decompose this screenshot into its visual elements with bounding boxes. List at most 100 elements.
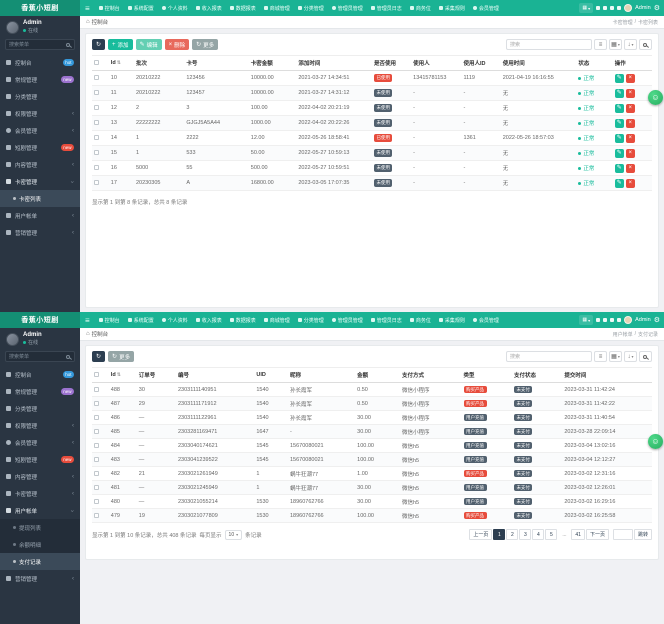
message-icon[interactable] [610,6,615,10]
select-all-checkbox[interactable] [94,372,99,378]
sidebar-subitem-提现列表[interactable]: 提现列表 [0,519,80,536]
nav-item-控制台[interactable]: 控制台 [95,0,124,16]
nav-item-收入报表[interactable]: 收入报表 [192,0,226,16]
grid-menu-button[interactable]: ▦ ▾ [579,3,594,13]
row-checkbox[interactable] [94,498,99,504]
sidebar-item-权限管理[interactable]: 权限管理 ‹ [0,417,80,434]
settings-gear-icon[interactable]: ⚙ [654,5,660,12]
menu-collapse-icon[interactable]: ≡ [80,316,95,325]
添加-button[interactable]: + 添加 [108,39,133,50]
row-checkbox[interactable] [94,414,99,420]
edit-button[interactable]: ✎ [614,133,624,143]
row-checkbox[interactable] [94,180,99,186]
sidebar-item-内容管理[interactable]: 内容管理 ‹ [0,156,80,173]
nav-item-管理员管理[interactable]: 管理员管理 [328,312,367,328]
sort-icon[interactable]: ⇅ [117,60,121,66]
page-button-3[interactable]: 3 [519,529,532,540]
row-checkbox[interactable] [94,90,99,96]
breadcrumb-item[interactable]: 卡密管理 [613,19,633,26]
编辑-button[interactable]: ✎ 编辑 [135,39,162,50]
export-button[interactable]: ↓ ▾ [624,39,637,50]
nav-item-会员管理[interactable]: 会员管理 [469,0,503,16]
sidebar-item-内容管理[interactable]: 内容管理 ‹ [0,468,80,485]
nav-item-数据报表[interactable]: 数据报表 [226,0,260,16]
row-checkbox[interactable] [94,512,99,518]
username[interactable]: Admin [635,317,651,323]
sidebar-item-权限管理[interactable]: 权限管理 ‹ [0,105,80,122]
nav-item-商城管理[interactable]: 商城管理 [260,0,294,16]
grid-menu-button[interactable]: ▦ ▾ [579,315,594,325]
sidebar-item-卡密管理[interactable]: 卡密管理 ‹ [0,173,80,190]
fullscreen-icon[interactable] [617,318,622,322]
search-button[interactable] [639,351,652,362]
brand-logo[interactable]: 香蕉小短剧 [0,312,80,328]
nav-item-管理员管理[interactable]: 管理员管理 [328,0,367,16]
edit-button[interactable]: ✎ [614,103,624,113]
table-search-input[interactable] [506,351,592,362]
nav-item-个人资料[interactable]: 个人资料 [158,0,192,16]
row-checkbox[interactable] [94,442,99,448]
edit-button[interactable]: ✎ [614,178,624,188]
row-checkbox[interactable] [94,165,99,171]
nav-item-数据报表[interactable]: 数据报表 [226,312,260,328]
toggle-view-button[interactable]: ≡ [594,39,607,50]
breadcrumb-item[interactable]: 卡密列表 [638,19,658,26]
nav-item-管理员日志[interactable]: 管理员日志 [367,312,406,328]
row-checkbox[interactable] [94,400,99,406]
settings-gear-icon[interactable]: ⚙ [654,317,660,324]
next-page-button[interactable]: 下一页 [585,529,609,540]
row-checkbox[interactable] [94,484,99,490]
delete-button[interactable]: × [625,163,635,173]
prev-page-button[interactable]: 上一页 [469,529,493,540]
delete-button[interactable]: × [625,178,635,188]
nav-item-商城管理[interactable]: 商城管理 [260,312,294,328]
nav-item-系统配置[interactable]: 系统配置 [124,312,158,328]
更多-button[interactable]: ↻ 更多 [108,351,135,362]
sidebar-subitem-支付记录[interactable]: 支付记录 [0,553,80,570]
sidebar-item-营销管理[interactable]: 营销管理 ‹ [0,570,80,587]
menu-collapse-icon[interactable]: ≡ [80,4,95,13]
refresh-button[interactable]: ↻ [92,351,106,362]
sidebar-search-input[interactable]: 搜索菜单 [5,39,75,50]
row-checkbox[interactable] [94,75,99,81]
sidebar-item-常规管理[interactable]: 常规管理 new [0,71,80,88]
columns-button[interactable]: ▦ ▾ [609,39,622,50]
avatar[interactable] [624,316,633,324]
jump-page-input[interactable] [612,529,633,540]
page-button-4[interactable]: 4 [532,529,545,540]
delete-button[interactable]: × [625,88,635,98]
row-checkbox[interactable] [94,105,99,111]
删除-button[interactable]: × 删除 [164,39,190,50]
username[interactable]: Admin [635,5,651,11]
search-button[interactable] [639,39,652,50]
edit-button[interactable]: ✎ [614,118,624,128]
nav-item-管理员日志[interactable]: 管理员日志 [367,0,406,16]
edit-button[interactable]: ✎ [614,73,624,83]
export-button[interactable]: ↓ ▾ [624,351,637,362]
page-button-5[interactable]: 5 [545,529,558,540]
sidebar-item-会员管理[interactable]: 会员管理 ‹ [0,122,80,139]
bell-icon[interactable] [596,318,601,322]
nav-item-商务位[interactable]: 商务位 [406,312,435,328]
nav-item-个人资料[interactable]: 个人资料 [158,312,192,328]
row-checkbox[interactable] [94,386,99,392]
sidebar-item-会员管理[interactable]: 会员管理 ‹ [0,434,80,451]
delete-button[interactable]: × [625,103,635,113]
更多-button[interactable]: ↻ 更多 [192,39,219,50]
row-checkbox[interactable] [94,120,99,126]
sidebar-subitem-余额明细[interactable]: 余额明细 [0,536,80,553]
sidebar-subitem-卡密列表[interactable]: 卡密列表 [0,190,80,207]
sidebar-item-短剧管理[interactable]: 短剧管理 new [0,139,80,156]
nav-item-商务位[interactable]: 商务位 [406,0,435,16]
edit-button[interactable]: ✎ [614,88,624,98]
sidebar-item-营销管理[interactable]: 营销管理 ‹ [0,224,80,241]
envelope-icon[interactable] [603,318,608,322]
nav-item-控制台[interactable]: 控制台 [95,312,124,328]
select-all-checkbox[interactable] [94,60,99,66]
row-checkbox[interactable] [94,428,99,434]
jump-button[interactable]: 跳转 [633,529,652,540]
nav-item-分类管理[interactable]: 分类管理 [294,312,328,328]
support-float-button[interactable]: ☺ [648,434,663,449]
row-checkbox[interactable] [94,150,99,156]
envelope-icon[interactable] [603,6,608,10]
